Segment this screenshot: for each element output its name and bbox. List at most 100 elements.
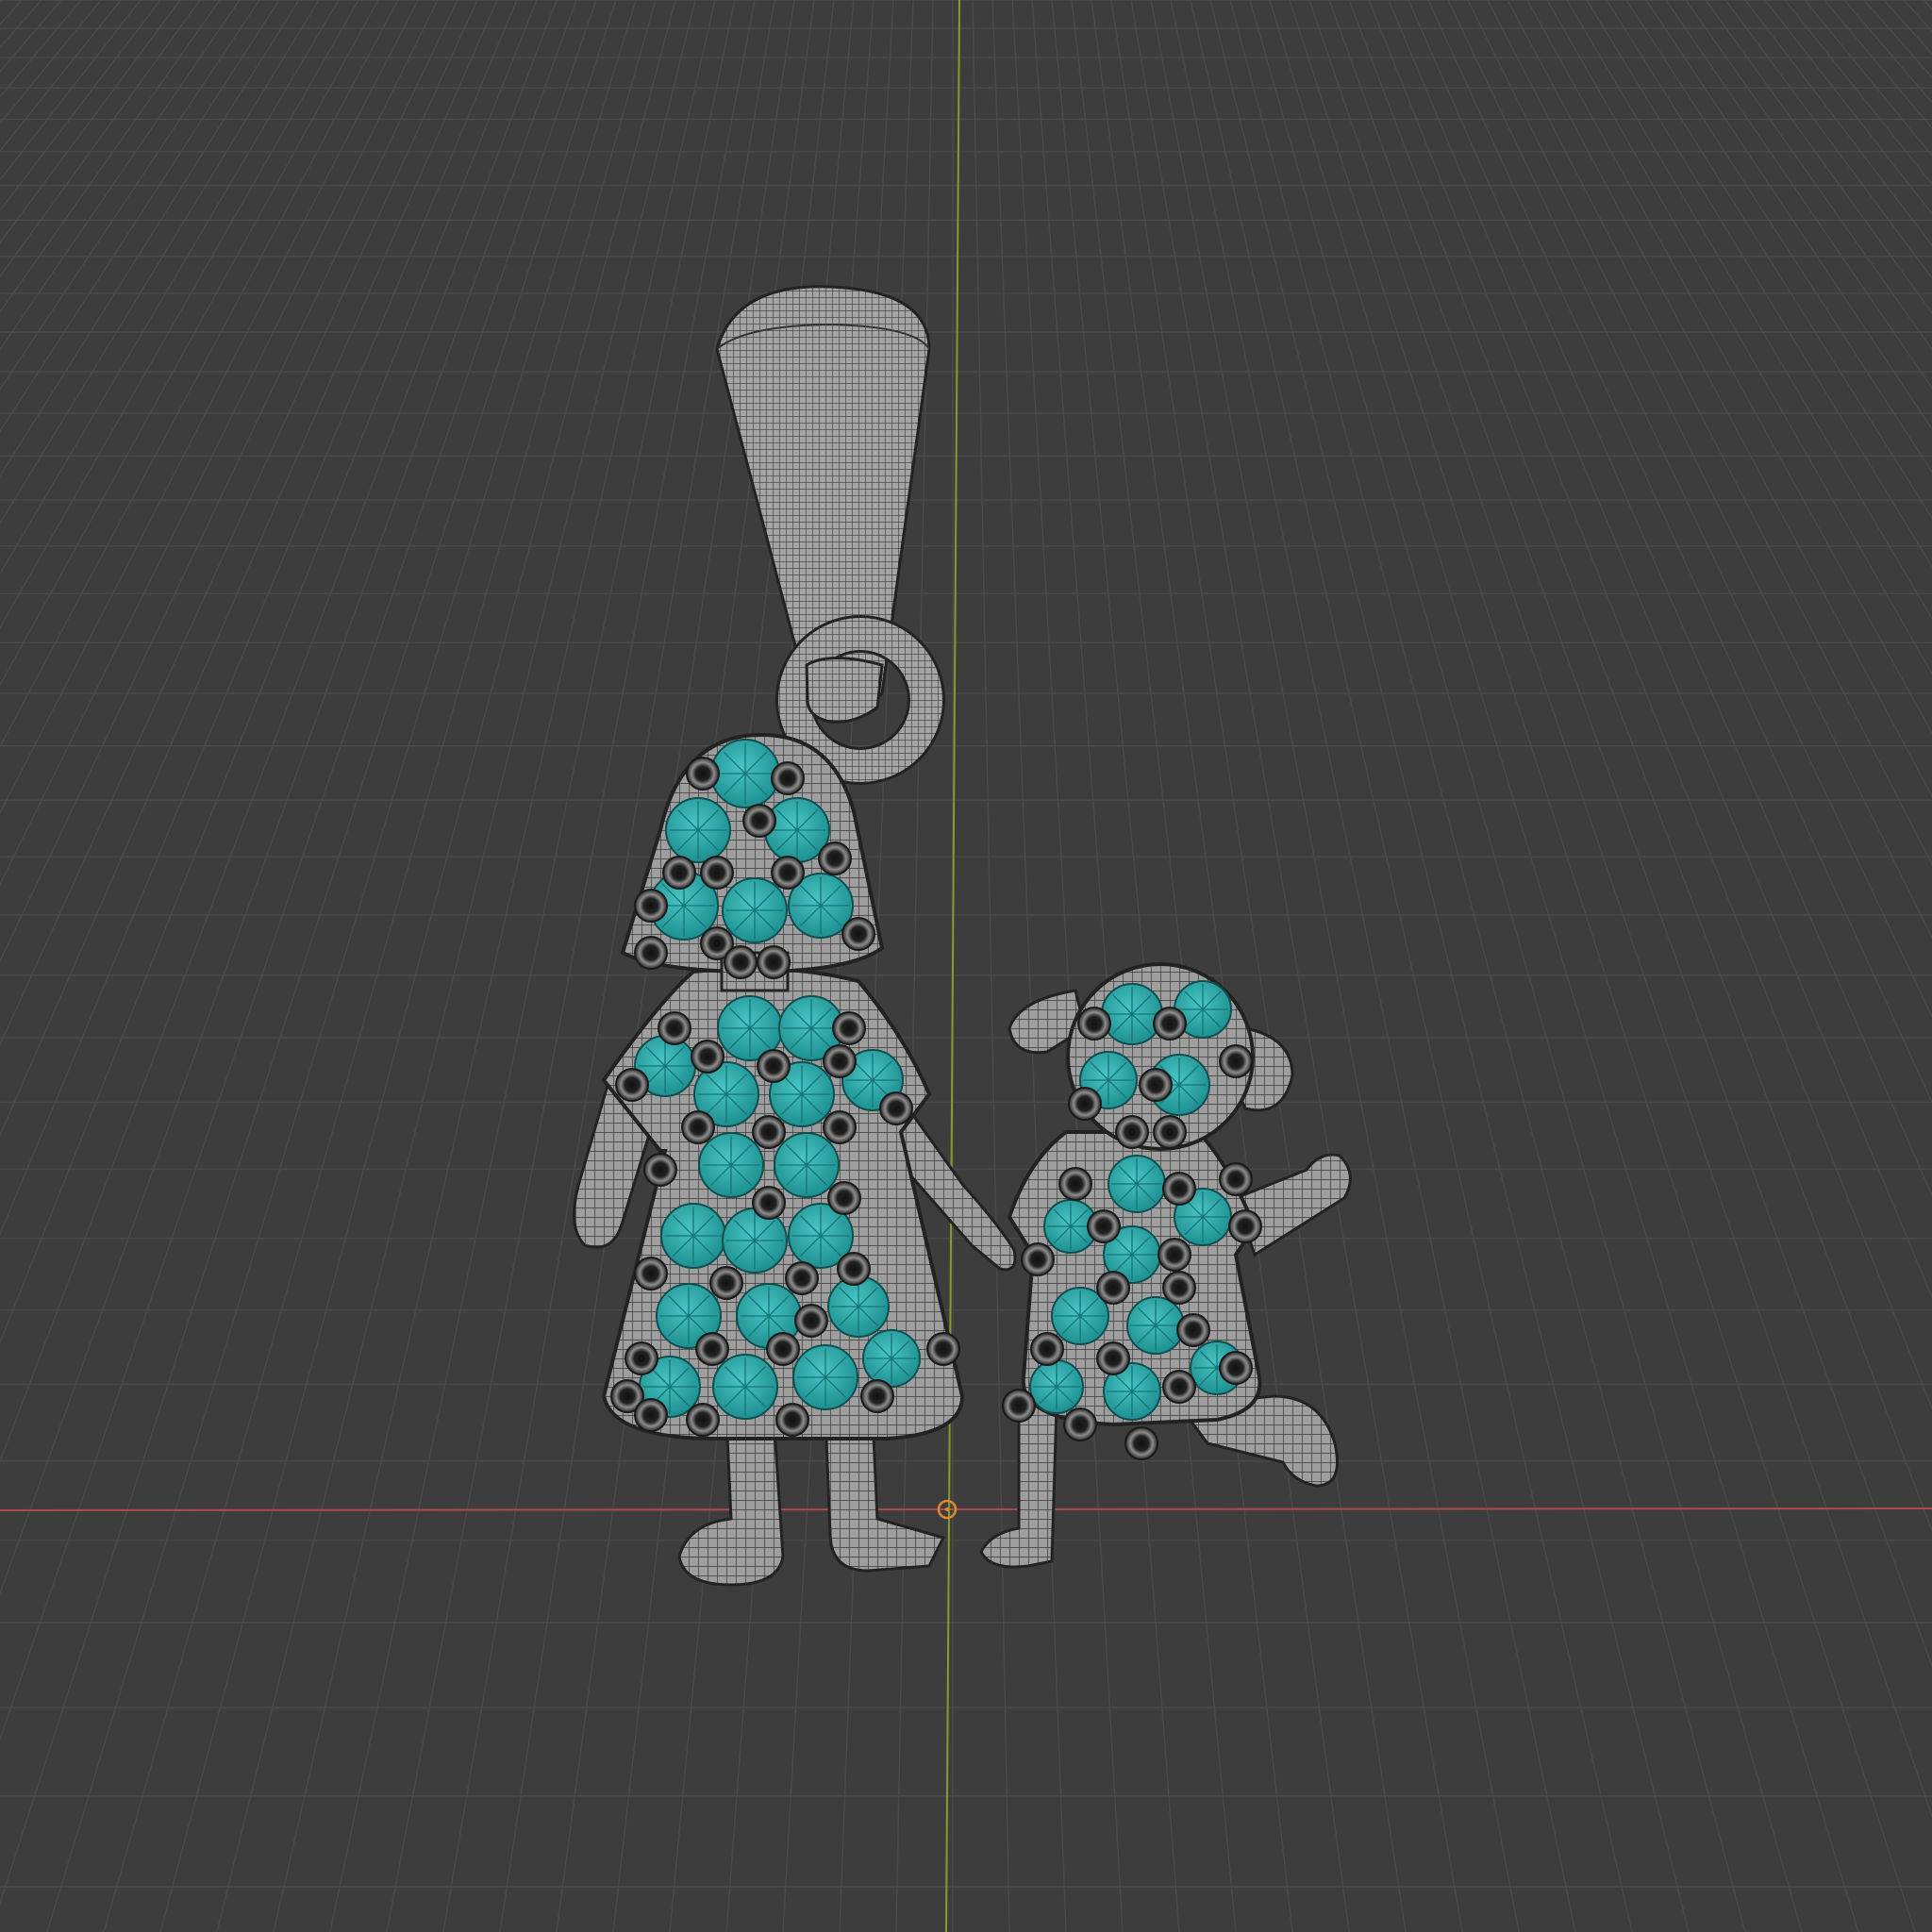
prong-setting bbox=[1139, 1068, 1173, 1102]
grid-line bbox=[0, 0, 478, 1046]
grid-line bbox=[1606, 0, 1932, 520]
grid-line bbox=[1150, 0, 1520, 1932]
grid-line bbox=[1447, 0, 1932, 1019]
grid-line bbox=[0, 0, 300, 477]
prong-setting bbox=[771, 856, 805, 890]
prong-setting bbox=[686, 1403, 720, 1437]
prong-setting bbox=[785, 1261, 819, 1295]
scene-canvas[interactable] bbox=[0, 0, 1932, 1932]
grid-line bbox=[0, 0, 419, 815]
grid-line bbox=[1467, 0, 1932, 940]
prong-setting bbox=[1162, 1172, 1196, 1206]
prong-setting bbox=[681, 1110, 715, 1144]
grid-line bbox=[0, 0, 201, 278]
prong-setting bbox=[775, 1403, 809, 1437]
grid-line bbox=[1625, 0, 1932, 474]
grid-line bbox=[1705, 0, 1932, 314]
prong-setting bbox=[827, 1181, 861, 1215]
prong-setting bbox=[1153, 1115, 1187, 1149]
prong-setting bbox=[691, 1040, 724, 1074]
3d-viewport[interactable] bbox=[0, 0, 1932, 1932]
prong-setting bbox=[625, 1341, 658, 1375]
prong-setting bbox=[879, 1091, 913, 1125]
prong-setting bbox=[794, 1304, 828, 1338]
grid-line bbox=[1863, 0, 1932, 79]
grid-line bbox=[1328, 0, 1932, 1669]
prong-setting bbox=[634, 1257, 668, 1291]
prong-setting bbox=[926, 1332, 960, 1366]
prong-setting bbox=[662, 856, 696, 890]
x-axis-line bbox=[0, 1507, 1932, 1511]
prong-setting bbox=[1124, 1426, 1158, 1460]
prong-setting bbox=[724, 945, 758, 979]
prong-setting bbox=[1077, 1007, 1111, 1041]
grid-line bbox=[0, 0, 142, 182]
grid-line bbox=[1229, 0, 1746, 1932]
prong-setting bbox=[634, 1398, 668, 1432]
prong-setting bbox=[757, 945, 791, 979]
prong-setting bbox=[634, 889, 668, 923]
grid-line bbox=[1190, 0, 1633, 1932]
grid-line bbox=[1784, 0, 1932, 186]
prong-setting bbox=[1063, 1407, 1097, 1441]
prong-setting bbox=[1176, 1313, 1210, 1347]
grid-line bbox=[0, 0, 23, 25]
grid-line bbox=[1804, 0, 1932, 158]
prong-setting bbox=[1219, 1351, 1253, 1385]
grid-line bbox=[1249, 0, 1803, 1932]
prong-setting bbox=[841, 917, 875, 951]
grid-line bbox=[1269, 0, 1859, 1932]
prong-setting bbox=[1219, 1162, 1253, 1196]
grid-line bbox=[0, 0, 3, 4]
floor-grid bbox=[0, 0, 1932, 1932]
grid-line bbox=[1388, 0, 1932, 1299]
grid-line bbox=[1665, 0, 1932, 390]
grid-line bbox=[1289, 0, 1916, 1932]
grid-line bbox=[1843, 0, 1932, 104]
grid-line bbox=[0, 0, 518, 1236]
prong-setting bbox=[643, 1153, 677, 1187]
prong-setting bbox=[658, 1011, 691, 1045]
prong-setting bbox=[1087, 1209, 1121, 1243]
prong-setting bbox=[771, 761, 805, 795]
grid-line bbox=[0, 0, 122, 153]
grid-line bbox=[0, 0, 359, 629]
grid-line bbox=[1170, 0, 1576, 1932]
grid-line bbox=[46, 0, 637, 1932]
grid-line bbox=[1685, 0, 1932, 351]
prong-setting bbox=[1228, 1209, 1262, 1243]
grid-line bbox=[0, 0, 399, 749]
grid-line bbox=[0, 0, 458, 963]
grid-line bbox=[0, 0, 62, 74]
grid-line bbox=[0, 0, 597, 1742]
grid-line bbox=[1427, 0, 1932, 1105]
grid-line bbox=[159, 0, 676, 1932]
prong-setting bbox=[752, 1186, 786, 1220]
grid-line bbox=[1764, 0, 1932, 215]
grid-line bbox=[1586, 0, 1932, 569]
prong-setting bbox=[1096, 1271, 1130, 1305]
prong-setting bbox=[1030, 1332, 1064, 1366]
prong-setting bbox=[823, 1044, 857, 1078]
grid-line bbox=[1526, 0, 1932, 735]
prong-setting bbox=[615, 1068, 649, 1102]
grid-line bbox=[1923, 0, 1932, 10]
prong-setting bbox=[695, 1332, 729, 1366]
prong-setting bbox=[766, 1332, 800, 1366]
grid-line bbox=[1091, 0, 1350, 1932]
prong-setting bbox=[1158, 1238, 1191, 1272]
prong-setting bbox=[1153, 1007, 1187, 1041]
grid-line bbox=[216, 0, 696, 1932]
prong-setting bbox=[1002, 1389, 1036, 1423]
prong-setting bbox=[1096, 1341, 1130, 1375]
prong-setting bbox=[752, 1115, 786, 1149]
grid-line bbox=[1724, 0, 1932, 280]
grid-line bbox=[1209, 0, 1690, 1932]
grid-line bbox=[0, 0, 320, 525]
prong-setting bbox=[823, 1110, 857, 1144]
prong-setting bbox=[709, 1266, 743, 1300]
prong-setting bbox=[1068, 1087, 1102, 1121]
grid-line bbox=[103, 0, 657, 1932]
prong-setting bbox=[757, 1049, 791, 1083]
grid-line bbox=[0, 0, 260, 391]
